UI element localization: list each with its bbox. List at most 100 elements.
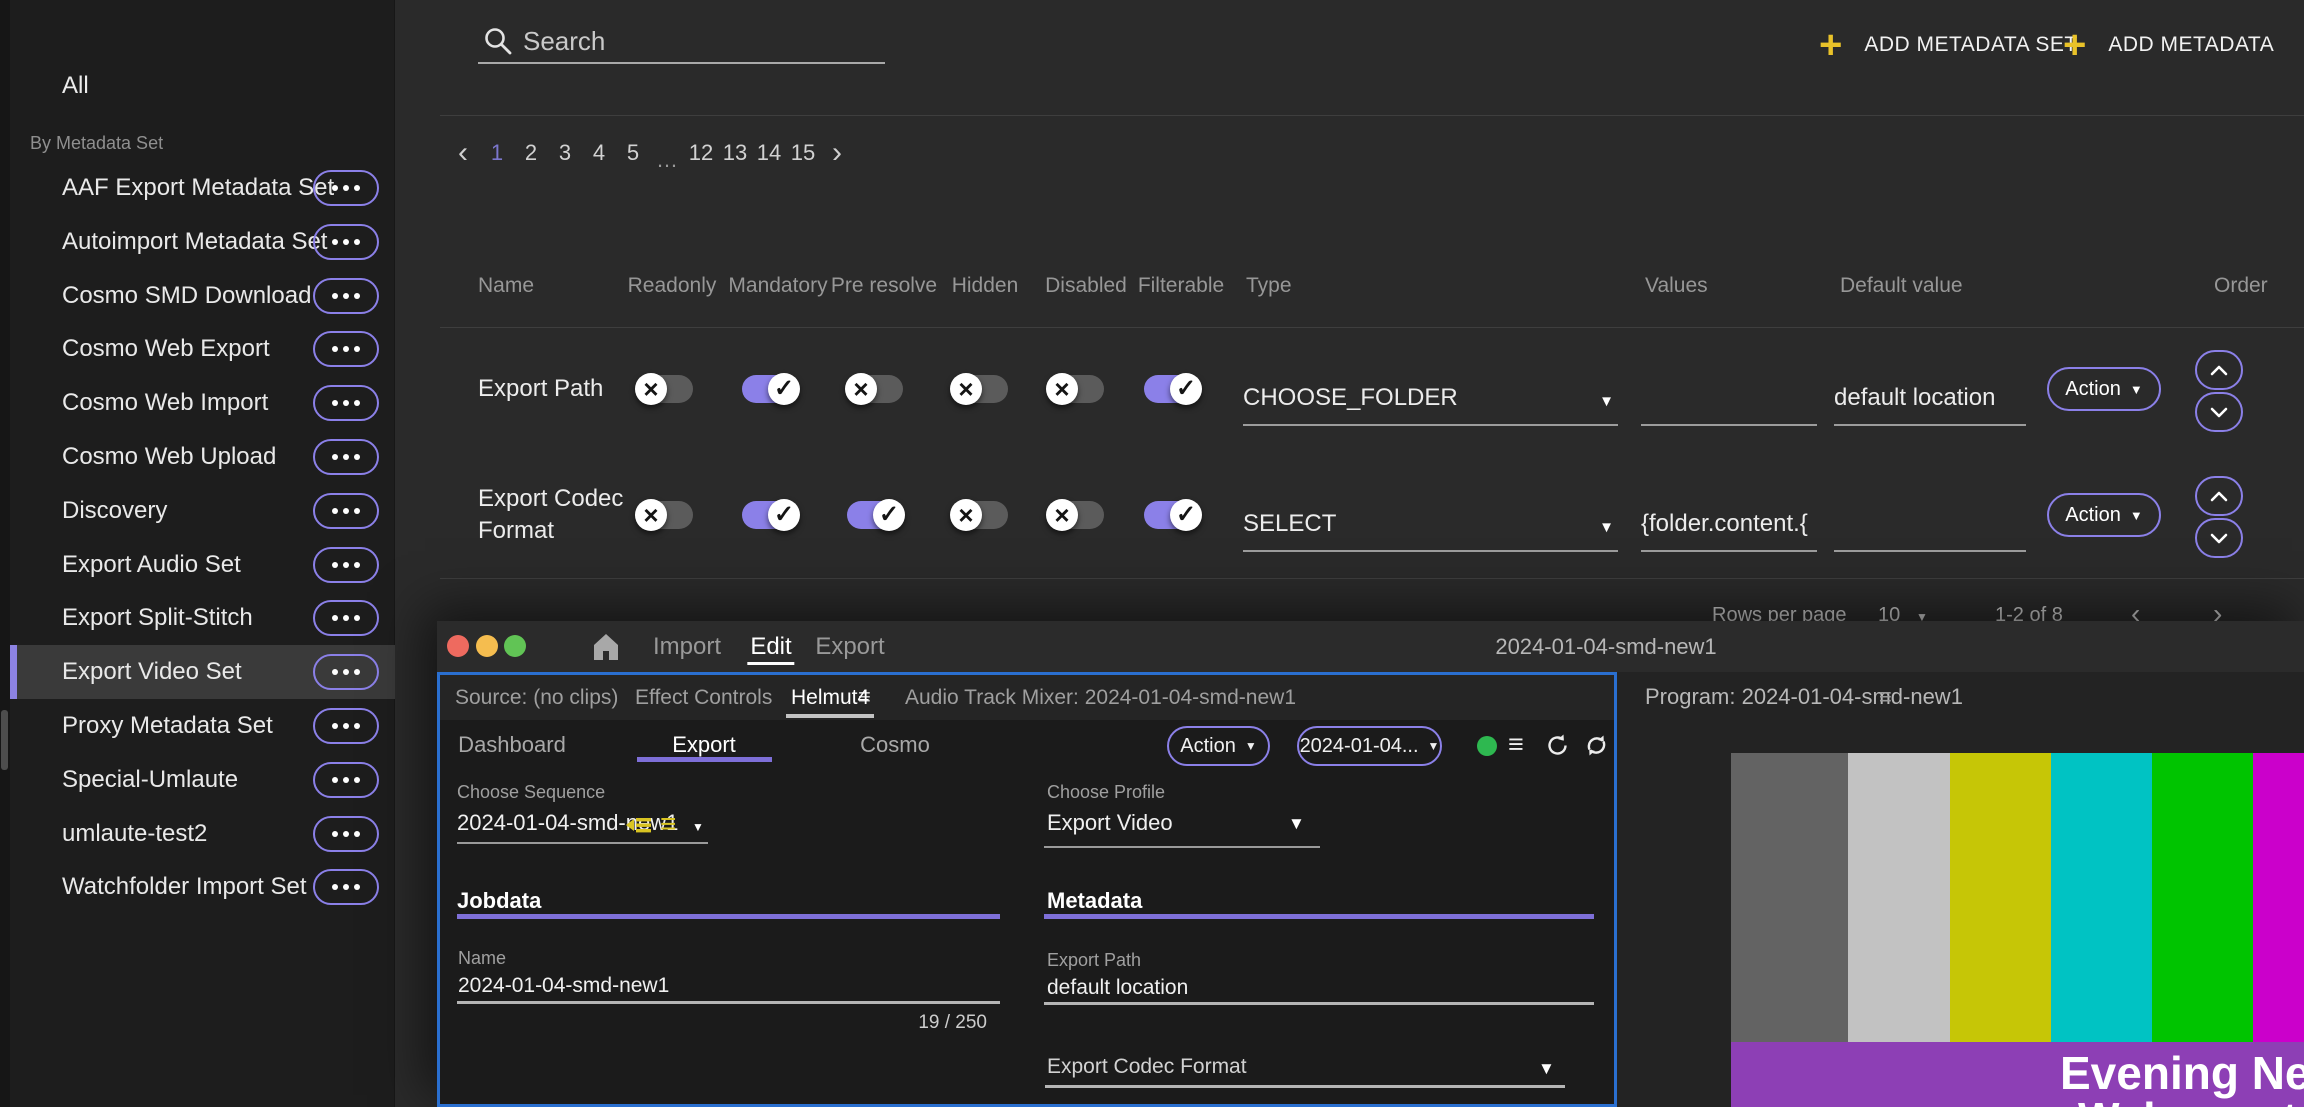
export-codec-format-label[interactable]: Export Codec Format [1047, 1055, 1247, 1079]
pagination-page-button[interactable]: 13 [718, 140, 752, 166]
app-tab-dashboard[interactable]: Dashboard [458, 720, 566, 770]
item-menu-button[interactable] [313, 331, 379, 367]
sequence-icon[interactable] [625, 814, 653, 841]
sidebar-item[interactable]: Watchfolder Import Set [10, 860, 395, 914]
search-input[interactable] [523, 24, 883, 58]
default-value-field[interactable]: default location [1834, 360, 2026, 426]
type-select[interactable]: SELECT▼ [1243, 486, 1618, 552]
pre-resolve-toggle[interactable]: ✓ [847, 501, 903, 529]
item-menu-button[interactable] [313, 762, 379, 798]
check-icon: ✓ [1176, 377, 1196, 401]
name-field-value[interactable]: 2024-01-04-smd-new1 [458, 974, 669, 998]
values-field[interactable] [1641, 360, 1817, 426]
sidebar-scrollbar-thumb[interactable] [1, 710, 8, 770]
sidebar-item[interactable]: Export Audio Set [10, 538, 395, 592]
action-dropdown[interactable]: Action▼ [2047, 367, 2161, 411]
sequence-menu-icon[interactable]: ≡ [660, 808, 676, 840]
item-menu-button[interactable] [313, 493, 379, 529]
app-tab-export[interactable]: Export [672, 720, 736, 770]
action-dropdown[interactable]: Action▼ [2047, 493, 2161, 537]
window-tab-export[interactable]: Export [815, 621, 884, 672]
zoom-traffic-light[interactable] [504, 635, 526, 657]
sidebar-item[interactable]: Proxy Metadata Set [10, 699, 395, 753]
sidebar-item[interactable]: Cosmo Web Import [10, 376, 395, 430]
refresh-icon[interactable] [1544, 732, 1571, 764]
sidebar-item-all[interactable]: All [62, 70, 89, 102]
window-tab-edit[interactable]: Edit [750, 621, 791, 672]
pre-resolve-toggle[interactable]: × [847, 375, 903, 403]
close-traffic-light[interactable] [447, 635, 469, 657]
item-menu-button[interactable] [313, 278, 379, 314]
move-up-button[interactable] [2195, 350, 2243, 390]
pagination-page-button[interactable]: 4 [582, 140, 616, 166]
readonly-toggle[interactable]: × [637, 375, 693, 403]
sidebar-item-label: Special-Umlaute [62, 766, 238, 794]
sidebar-item[interactable]: AAF Export Metadata Set [10, 161, 395, 215]
add-metadata-button[interactable]: + ADD METADATA [2063, 24, 2274, 66]
filterable-toggle[interactable]: ✓ [1144, 501, 1200, 529]
move-up-button[interactable] [2195, 476, 2243, 516]
app-tab-cosmo[interactable]: Cosmo [860, 720, 930, 770]
filterable-toggle[interactable]: ✓ [1144, 375, 1200, 403]
pagination-page-button[interactable]: 2 [514, 140, 548, 166]
export-path-value[interactable]: default location [1047, 976, 1188, 1000]
pagination-page-button[interactable]: 14 [752, 140, 786, 166]
item-menu-button[interactable] [313, 385, 379, 421]
sidebar-item[interactable]: Cosmo SMD Download [10, 269, 395, 323]
window-tab-import[interactable]: Import [653, 621, 721, 672]
type-select[interactable]: CHOOSE_FOLDER▼ [1243, 360, 1618, 426]
panel-tab[interactable]: Source: (no clips) [455, 675, 618, 720]
values-field[interactable]: {folder.content.{ [1641, 486, 1817, 552]
pagination-page-button[interactable]: 1 [480, 140, 514, 166]
pagination-page-button[interactable]: 15 [786, 140, 820, 166]
item-menu-button[interactable] [313, 816, 379, 852]
hidden-toggle[interactable]: × [952, 501, 1008, 529]
panel-tab[interactable]: Helmut4 [791, 675, 869, 720]
sidebar-item[interactable]: Export Video Set [10, 645, 395, 699]
item-menu-button[interactable] [313, 708, 379, 744]
pagination-page-button[interactable]: 12 [684, 140, 718, 166]
item-menu-button[interactable] [313, 439, 379, 475]
preset-dropdown[interactable]: 2024-01-04... ▼ [1297, 726, 1442, 766]
panel-tab[interactable]: Audio Track Mixer: 2024-01-04-smd-new1 [905, 675, 1296, 720]
video-title-band: Evening New Welcome to the [1731, 1042, 2304, 1107]
sidebar-item-label: Discovery [62, 497, 167, 525]
home-icon[interactable] [589, 630, 623, 664]
pagination-page-button[interactable]: 3 [548, 140, 582, 166]
helmut-panel: ≡ Source: (no clips) Effect Controls Helmu… [437, 672, 1617, 1107]
move-down-button[interactable] [2195, 518, 2243, 558]
minimize-traffic-light[interactable] [476, 635, 498, 657]
choose-profile-value[interactable]: Export Video [1047, 810, 1173, 836]
sidebar-item[interactable]: Cosmo Web Upload [10, 430, 395, 484]
item-menu-button[interactable] [313, 654, 379, 690]
mandatory-toggle[interactable]: ✓ [742, 501, 798, 529]
program-panel-menu-icon[interactable]: ≡ [1879, 684, 1892, 710]
sync-icon[interactable] [1583, 732, 1610, 764]
sidebar-item[interactable]: Discovery [10, 484, 395, 538]
divider [440, 327, 2304, 328]
caret-down-icon: ▼ [692, 820, 704, 834]
move-down-button[interactable] [2195, 392, 2243, 432]
list-icon[interactable]: ≡ [1508, 729, 1524, 760]
sidebar-item[interactable]: Special-Umlaute [10, 753, 395, 807]
readonly-toggle[interactable]: × [637, 501, 693, 529]
action-dropdown[interactable]: Action ▼ [1167, 726, 1270, 766]
pagination-page-button[interactable]: 5 [616, 140, 650, 166]
item-menu-button[interactable] [313, 224, 379, 260]
panel-tab[interactable]: Effect Controls [635, 675, 772, 720]
pagination-next-button[interactable]: › [820, 136, 854, 170]
add-metadata-set-button[interactable]: + ADD METADATA SET [1819, 24, 2078, 66]
item-menu-button[interactable] [313, 869, 379, 905]
item-menu-button[interactable] [313, 170, 379, 206]
sidebar-item[interactable]: umlaute-test2 [10, 807, 395, 861]
mandatory-toggle[interactable]: ✓ [742, 375, 798, 403]
status-dot-icon [1477, 736, 1497, 756]
pagination-prev-button[interactable]: ‹ [446, 136, 480, 170]
disabled-toggle[interactable]: × [1048, 501, 1104, 529]
sidebar-item[interactable]: Autoimport Metadata Set [10, 215, 395, 269]
default-value-field[interactable] [1834, 486, 2026, 552]
disabled-toggle[interactable]: × [1048, 375, 1104, 403]
hidden-toggle[interactable]: × [952, 375, 1008, 403]
item-menu-button[interactable] [313, 547, 379, 583]
sidebar-item[interactable]: Cosmo Web Export [10, 322, 395, 376]
